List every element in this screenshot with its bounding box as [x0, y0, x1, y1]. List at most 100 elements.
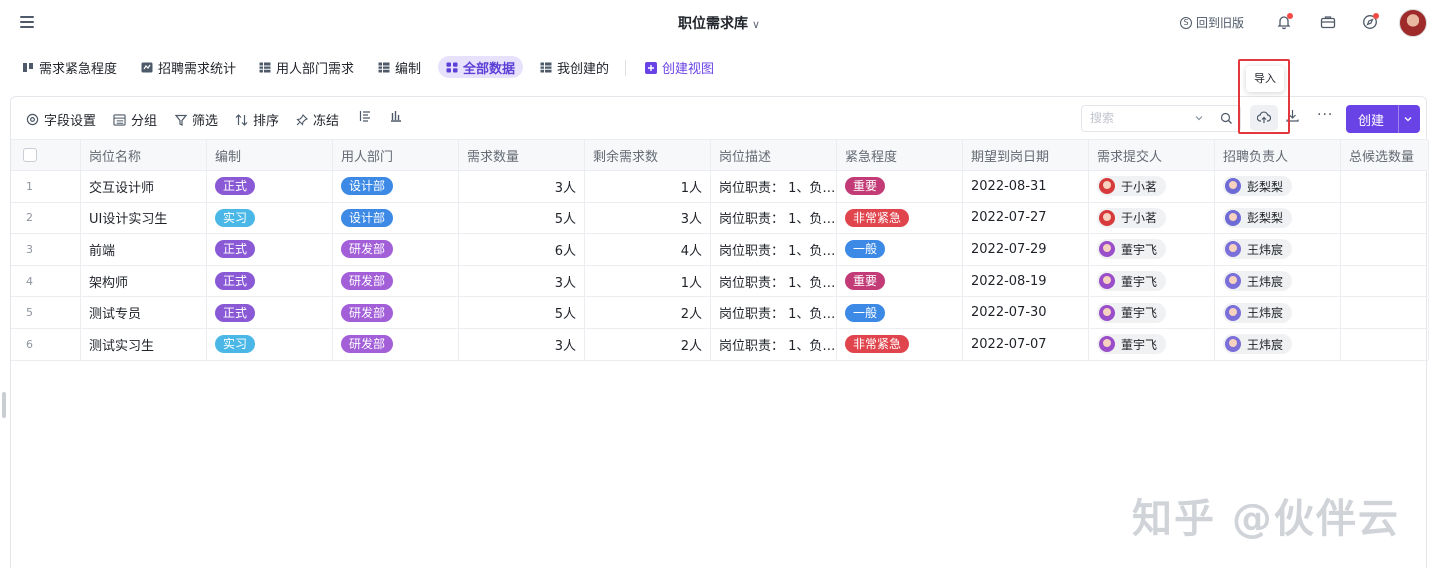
department-cell[interactable]: 设计部 — [333, 202, 459, 234]
demand-count-cell[interactable]: 3人 — [459, 329, 585, 360]
candidate-count-cell[interactable] — [1341, 297, 1429, 328]
chart-view-button[interactable] — [390, 110, 402, 122]
expected-date-cell[interactable]: 2022-07-29 — [963, 234, 1089, 265]
col-header-remaining[interactable]: 剩余需求数 — [585, 140, 711, 170]
demand-count-cell[interactable]: 5人 — [459, 202, 585, 234]
person-chip[interactable]: 彭梨梨 — [1223, 176, 1293, 197]
expected-date-cell[interactable]: 2022-07-27 — [963, 202, 1089, 234]
recruiter-cell[interactable]: 彭梨梨 — [1215, 171, 1341, 202]
search-icon[interactable] — [1220, 112, 1233, 125]
search-box[interactable] — [1081, 105, 1241, 132]
remaining-count-cell[interactable]: 2人 — [585, 329, 711, 360]
recruiter-cell[interactable]: 王炜宸 — [1215, 234, 1341, 265]
job-title-cell[interactable]: 架构师 — [81, 265, 207, 297]
recruiter-cell[interactable]: 王炜宸 — [1215, 329, 1341, 360]
person-chip[interactable]: 于小茗 — [1097, 176, 1167, 197]
person-chip[interactable]: 彭梨梨 — [1223, 207, 1293, 228]
resize-handle[interactable] — [2, 392, 6, 418]
headcount-type-cell[interactable]: 实习 — [207, 329, 333, 360]
job-description-cell[interactable]: 岗位职责： 1、负… — [711, 297, 837, 328]
department-cell[interactable]: 研发部 — [333, 265, 459, 297]
table-row[interactable]: 1 交互设计师 正式 设计部 3人 1人 岗位职责： 1、负… 重要 2022-08-31 于小茗… — [11, 171, 1429, 203]
tab-created-by-me[interactable]: 我创建的 — [532, 56, 617, 78]
job-description-cell[interactable]: 岗位职责： 1、负… — [711, 202, 837, 234]
submitter-cell[interactable]: 董宇飞 — [1089, 234, 1215, 265]
tab-all-data[interactable]: 全部数据 — [438, 56, 524, 78]
remaining-count-cell[interactable]: 1人 — [585, 171, 711, 202]
person-chip[interactable]: 董宇飞 — [1097, 334, 1167, 355]
person-chip[interactable]: 董宇飞 — [1097, 302, 1167, 323]
job-description-cell[interactable]: 岗位职责： 1、负… — [711, 329, 837, 360]
candidate-count-cell[interactable] — [1341, 234, 1429, 265]
table-row[interactable]: 2 UI设计实习生 实习 设计部 5人 3人 岗位职责： 1、负… 非常紧急 2022-07-2… — [11, 202, 1429, 235]
table-row[interactable]: 3 前端 正式 研发部 6人 4人 岗位职责： 1、负… 一般 2022-07-29 董宇飞 王炜宸 — [11, 234, 1429, 266]
person-chip[interactable]: 王炜宸 — [1223, 334, 1293, 355]
urgency-cell[interactable]: 重要 — [837, 265, 963, 297]
person-chip[interactable]: 董宇飞 — [1097, 239, 1167, 260]
tab-headcount[interactable]: 编制 — [370, 56, 429, 78]
col-header-recruiter[interactable]: 招聘负责人 — [1215, 140, 1341, 170]
chevron-down-icon[interactable] — [1403, 114, 1413, 124]
table-row[interactable]: 4 架构师 正式 研发部 3人 1人 岗位职责： 1、负… 重要 2022-08-19 董宇飞 王炜… — [11, 265, 1429, 298]
demand-count-cell[interactable]: 5人 — [459, 297, 585, 328]
col-header-job-title[interactable]: 岗位名称 — [81, 140, 207, 170]
department-cell[interactable]: 研发部 — [333, 329, 459, 360]
table-row[interactable]: 5 测试专员 正式 研发部 5人 2人 岗位职责： 1、负… 一般 2022-07-30 董宇飞 王… — [11, 297, 1429, 329]
job-title-cell[interactable]: 测试实习生 — [81, 329, 207, 360]
candidate-count-cell[interactable] — [1341, 171, 1429, 202]
person-chip[interactable]: 王炜宸 — [1223, 239, 1293, 260]
col-header-submitter[interactable]: 需求提交人 — [1089, 140, 1215, 170]
submitter-cell[interactable]: 于小茗 — [1089, 202, 1215, 234]
person-chip[interactable]: 董宇飞 — [1097, 271, 1167, 292]
job-title-cell[interactable]: UI设计实习生 — [81, 202, 207, 234]
demand-count-cell[interactable]: 6人 — [459, 234, 585, 265]
col-header-description[interactable]: 岗位描述 — [711, 140, 837, 170]
sort-button[interactable]: 排序 — [235, 110, 279, 129]
col-header-candidates[interactable]: 总候选数量 — [1341, 140, 1429, 170]
job-description-cell[interactable]: 岗位职责： 1、负… — [711, 234, 837, 265]
remaining-count-cell[interactable]: 1人 — [585, 265, 711, 297]
col-header-headcount[interactable]: 编制 — [207, 140, 333, 170]
create-view-button[interactable]: 创建视图 — [637, 56, 722, 78]
department-cell[interactable]: 研发部 — [333, 297, 459, 328]
recruiter-cell[interactable]: 彭梨梨 — [1215, 202, 1341, 234]
urgency-cell[interactable]: 重要 — [837, 171, 963, 202]
field-settings-button[interactable]: 字段设置 — [26, 110, 96, 129]
freeze-button[interactable]: 冻结 — [296, 110, 339, 129]
import-button[interactable] — [1250, 105, 1278, 131]
filter-button[interactable]: 筛选 — [175, 110, 218, 129]
headcount-type-cell[interactable]: 正式 — [207, 297, 333, 328]
urgency-cell[interactable]: 非常紧急 — [837, 329, 963, 360]
urgency-cell[interactable]: 一般 — [837, 234, 963, 265]
expected-date-cell[interactable]: 2022-08-19 — [963, 265, 1089, 297]
more-button[interactable]: ··· — [1317, 107, 1333, 123]
bell-icon[interactable] — [1276, 13, 1293, 30]
urgency-cell[interactable]: 非常紧急 — [837, 202, 963, 234]
group-button[interactable]: 分组 — [113, 110, 157, 129]
col-header-department[interactable]: 用人部门 — [333, 140, 459, 170]
col-header-urgency[interactable]: 紧急程度 — [837, 140, 963, 170]
submitter-cell[interactable]: 董宇飞 — [1089, 297, 1215, 328]
expected-date-cell[interactable]: 2022-07-30 — [963, 297, 1089, 328]
row-height-button[interactable] — [359, 110, 371, 122]
recruiter-cell[interactable]: 王炜宸 — [1215, 265, 1341, 297]
select-all-checkbox[interactable] — [11, 140, 81, 170]
urgency-cell[interactable]: 一般 — [837, 297, 963, 328]
headcount-type-cell[interactable]: 正式 — [207, 234, 333, 265]
headcount-type-cell[interactable]: 实习 — [207, 202, 333, 234]
search-input[interactable] — [1090, 111, 1190, 125]
candidate-count-cell[interactable] — [1341, 329, 1429, 360]
col-header-date[interactable]: 期望到岗日期 — [963, 140, 1089, 170]
demand-count-cell[interactable]: 3人 — [459, 171, 585, 202]
expected-date-cell[interactable]: 2022-07-07 — [963, 329, 1089, 360]
chevron-down-icon[interactable] — [1194, 113, 1204, 123]
job-description-cell[interactable]: 岗位职责： 1、负… — [711, 265, 837, 297]
candidate-count-cell[interactable] — [1341, 202, 1429, 234]
col-header-demand[interactable]: 需求数量 — [459, 140, 585, 170]
submitter-cell[interactable]: 董宇飞 — [1089, 329, 1215, 360]
download-icon[interactable] — [1286, 109, 1299, 123]
user-avatar[interactable] — [1399, 9, 1427, 37]
remaining-count-cell[interactable]: 2人 — [585, 297, 711, 328]
briefcase-icon[interactable] — [1320, 14, 1336, 30]
candidate-count-cell[interactable] — [1341, 265, 1429, 297]
